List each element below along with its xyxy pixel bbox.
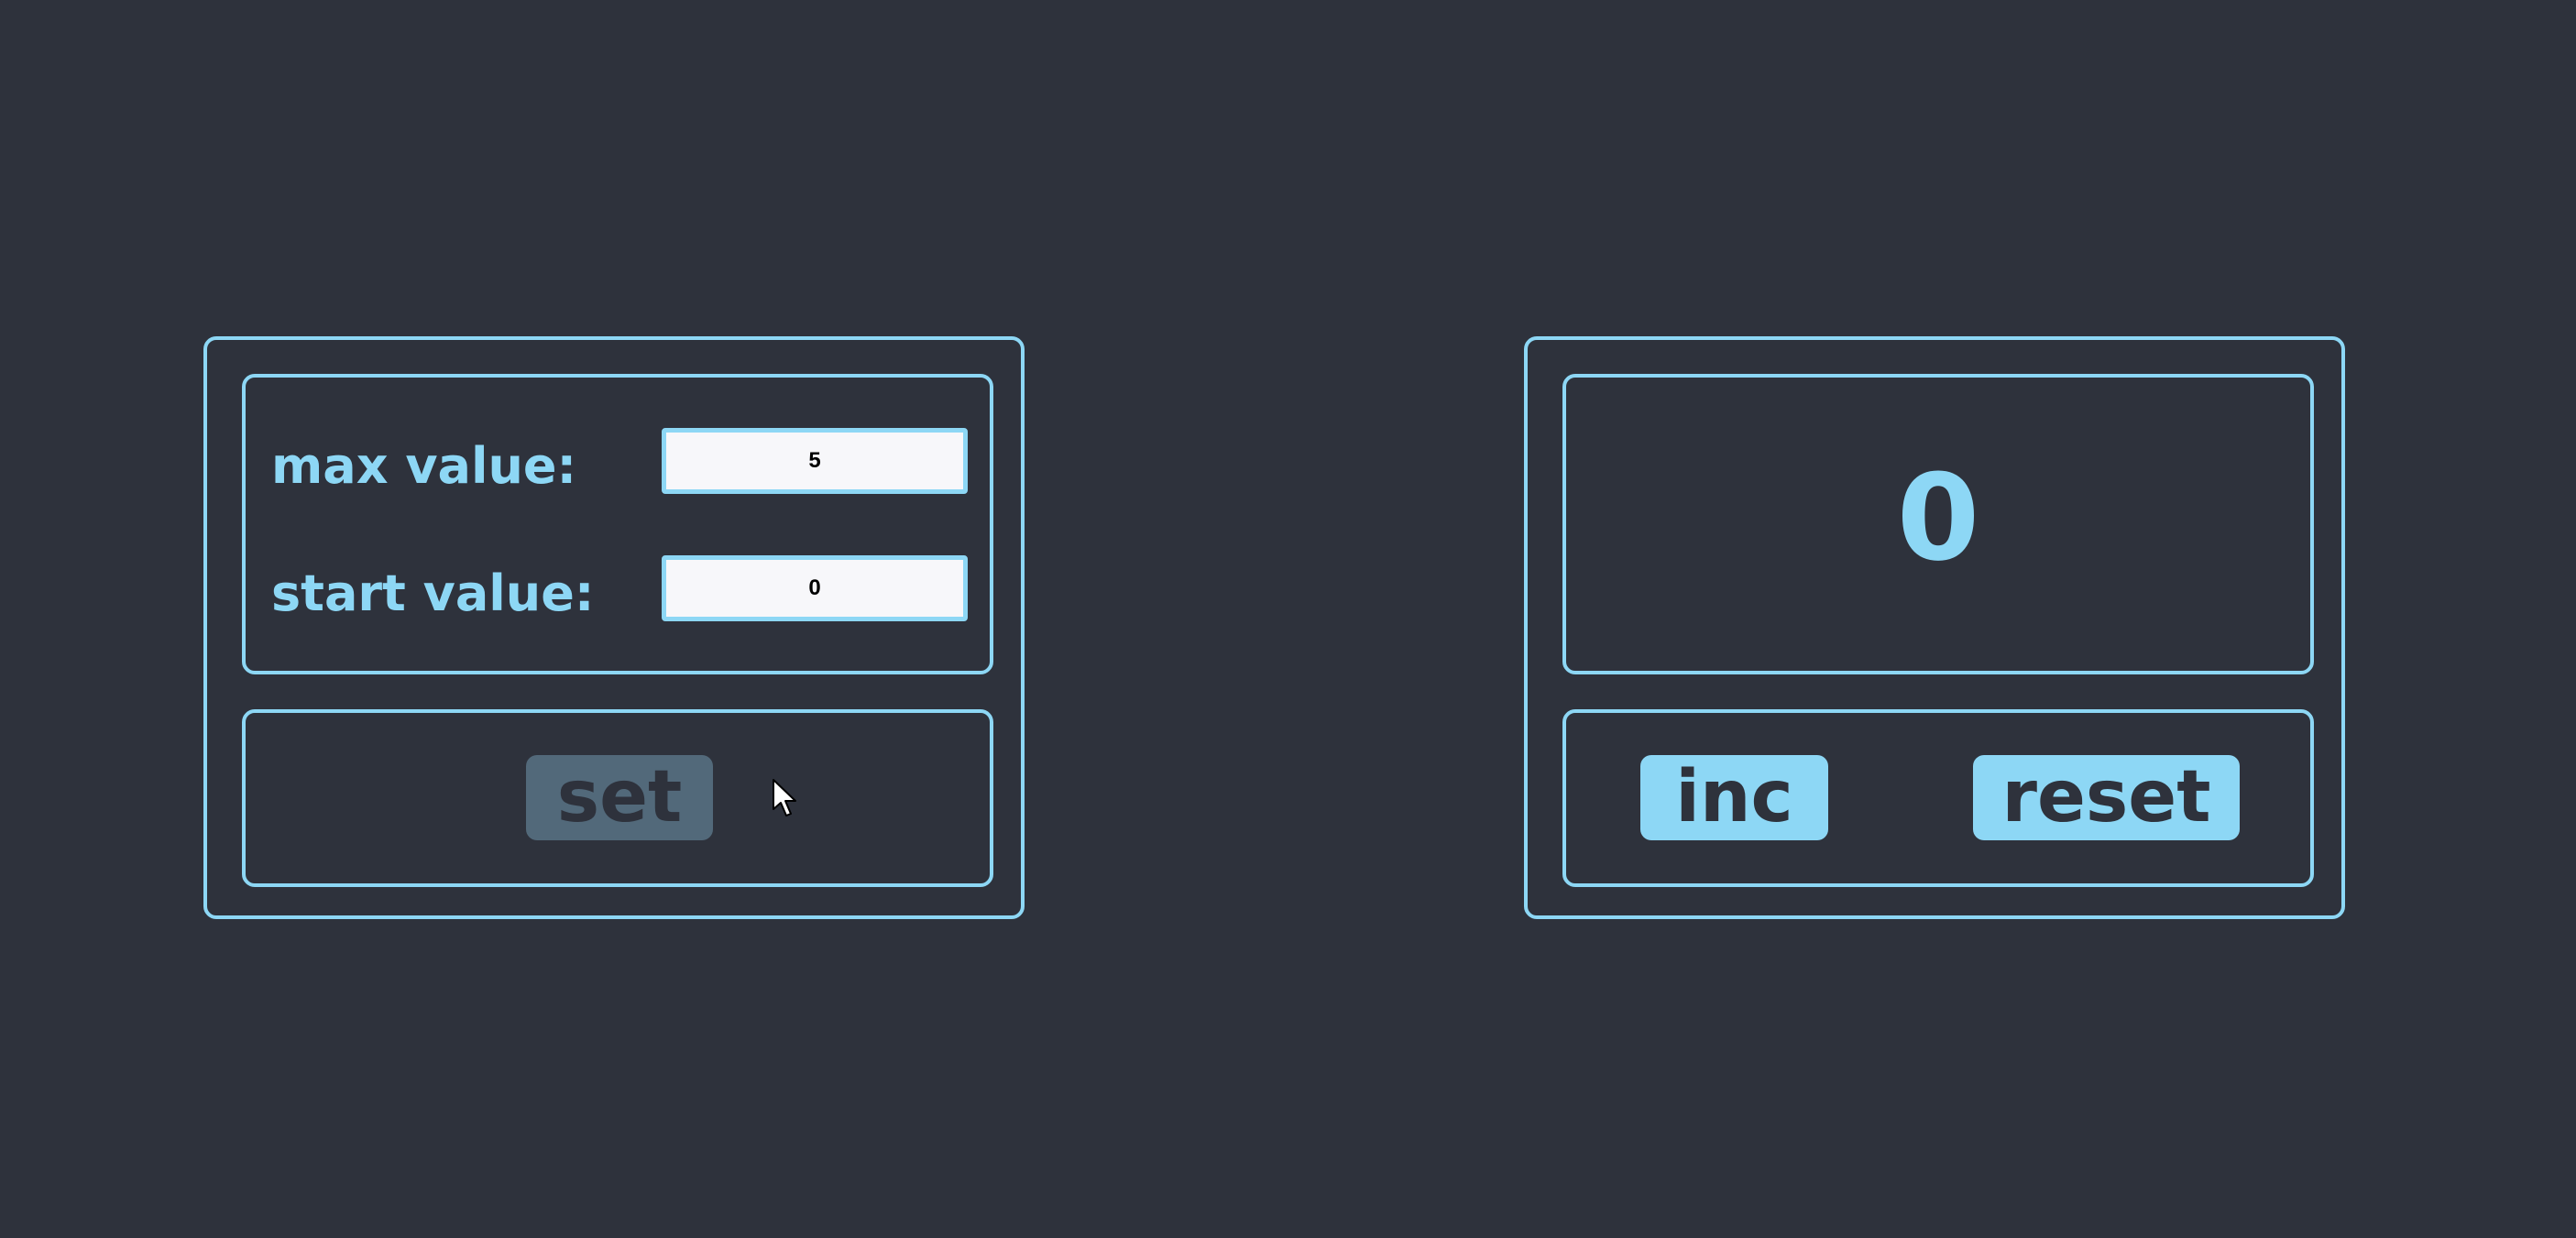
mouse-pointer-icon [773,779,796,816]
settings-panel: max value: start value: set [203,336,1025,919]
counter-value: 0 [1896,448,1980,587]
set-button[interactable]: set [526,755,713,840]
max-value-input[interactable] [662,428,968,494]
max-value-label: max value: [271,437,577,495]
counter-panel: 0 inc reset [1524,336,2345,919]
start-value-input[interactable] [662,555,968,621]
inc-button[interactable]: inc [1640,755,1828,840]
settings-buttons-box: set [242,709,993,887]
reset-button[interactable]: reset [1973,755,2240,840]
counter-display-box: 0 [1562,374,2314,674]
start-value-label: start value: [271,564,595,622]
counter-buttons-box: inc reset [1562,709,2314,887]
settings-fields-box: max value: start value: [242,374,993,674]
